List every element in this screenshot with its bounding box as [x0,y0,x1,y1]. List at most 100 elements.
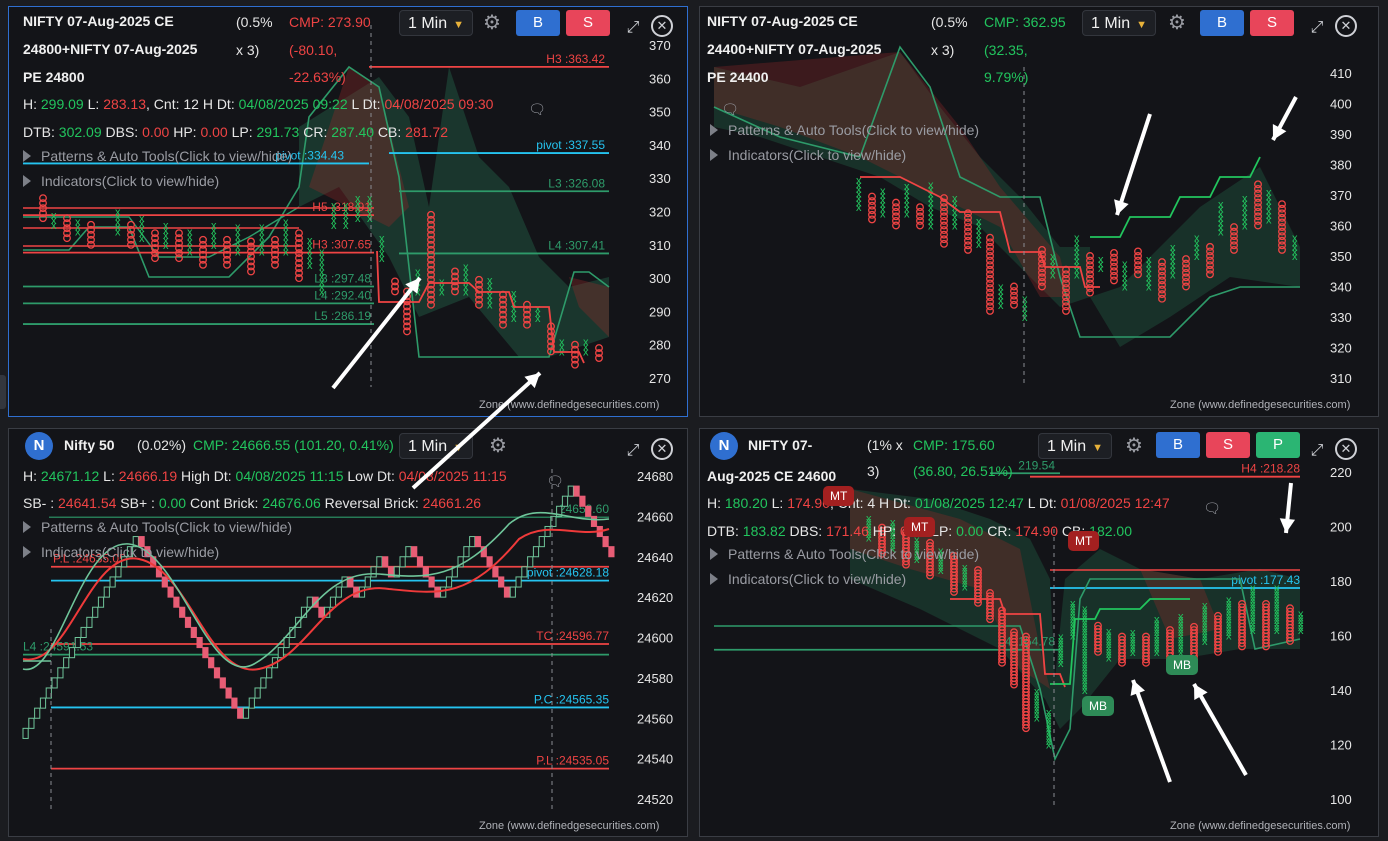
pnf-chart-4[interactable]: 220200180160140120100H4 :218.28219.54piv… [700,429,1378,836]
down-brick [498,576,505,588]
up-brick [335,586,342,598]
chart-panel-3[interactable]: 24680 24660 24640 24620 24600 24580 24560 24540… [8,428,688,837]
x-box: x [283,216,289,228]
close-icon[interactable]: ✕ [651,438,673,460]
pnf-chart-2[interactable]: 410 400 390 380 370 360 350 340 330 320 310 x x x x x x x… [700,7,1378,416]
x-box: x [1298,609,1304,621]
x-box: x [235,221,241,233]
indicators-toggle[interactable]: Indicators(Click to view/hide) [23,544,219,560]
y-tick-label: 300 [649,271,671,286]
info-value: 174.90 [1015,523,1059,539]
indicators-toggle[interactable]: Indicators(Click to view/hide) [710,147,906,163]
down-brick [474,536,482,548]
info-value: 0.00 [956,523,984,539]
panel4-title-line1: NIFTY 07- [748,437,813,453]
gear-icon[interactable]: ⚙ [487,435,509,457]
comment-icon[interactable]: 🗨 [545,471,565,491]
indicators-toggle[interactable]: Indicators(Click to view/hide) [710,571,906,587]
x-box: x [463,261,469,273]
buy-button[interactable]: B [1156,432,1200,458]
x-box: x [1250,583,1256,595]
zone-watermark: Zone (www.definedgesecurities.com) [1170,820,1351,832]
x-box: x [998,282,1004,294]
indicators-toggle[interactable]: Indicators(Click to view/hide) [23,173,219,189]
panel4-cmp: CMP: 175.60 [913,437,995,453]
chart-panel-1[interactable]: 370 360 350 340 330 320 310 300 290 280 270 H3 :363… [8,6,688,417]
y-tick-label: 320 [1330,341,1352,356]
x-box: x [1202,600,1208,612]
up-brick [115,566,122,578]
down-brick [202,647,209,659]
patterns-toggle[interactable]: Patterns & Auto Tools(Click to view/hide… [23,148,292,164]
x-box: x [1130,627,1136,639]
info-value: , Cnt: 12 H Dt: [146,96,239,112]
panel2-change: (32.35, [984,42,1028,58]
x-box: x [355,193,361,205]
x-box: x [331,200,337,212]
renko-chart-3[interactable]: 24680 24660 24640 24620 24600 24580 24560 24540… [9,429,687,836]
panel2-interval-select[interactable]: 1 Min ▼ [1082,10,1156,36]
expand-icon[interactable]: ⤢ [1307,18,1327,38]
panel3-interval-select[interactable]: 1 Min ▼ [399,433,473,459]
gear-icon[interactable]: ⚙ [1166,12,1188,34]
expand-icon[interactable]: ⤢ [623,441,643,461]
comment-icon[interactable]: 🗨 [527,99,547,119]
buy-button[interactable]: B [1200,10,1244,36]
comment-icon[interactable]: 🗨 [1202,498,1222,518]
up-brick [515,576,522,588]
close-icon[interactable]: ✕ [1335,438,1357,460]
gear-icon[interactable]: ⚙ [481,12,503,34]
panel1-interval-select[interactable]: 1 Min ▼ [399,10,473,36]
level-label: L4 :307.41 [548,238,605,252]
indicators-label: Indicators(Click to view/hide) [728,571,907,587]
buy-button[interactable]: B [516,10,560,36]
o-box [1134,247,1142,256]
panel4-interval-select[interactable]: 1 Min ▼ [1038,433,1112,459]
side-scroll-handle[interactable] [0,375,6,409]
up-brick [254,687,261,699]
x-box: x [163,220,169,232]
close-icon[interactable]: ✕ [1335,15,1357,37]
expand-icon[interactable]: ⤢ [623,18,643,38]
patterns-toggle[interactable]: Patterns & Auto Tools(Click to view/hide… [23,519,292,535]
level-label: L3 :326.08 [548,176,605,190]
info-value: SB- : [23,495,59,511]
mt-marker: MT [823,486,855,506]
info-value: HP: [868,523,901,539]
sell-button[interactable]: S [566,10,610,36]
chart-panel-4[interactable]: 220 200 180 160 140 120 100 H4 :218.28 219.54 piv… [699,428,1379,837]
position-button[interactable]: P [1256,432,1300,458]
up-brick [57,667,64,679]
chart-panel-2[interactable]: 410 400 390 380 370 360 350 340 330 320 310 x x x x x x x… [699,6,1379,417]
info-value: H: [23,96,41,112]
down-brick [173,596,180,608]
x-box: x [1022,294,1028,306]
pnf-chart-1[interactable]: 370 360 350 340 330 320 310 300 290 280 270 H3 :363… [9,7,687,416]
sell-button[interactable]: S [1250,10,1294,36]
comment-icon[interactable]: 🗨 [720,99,740,119]
y-tick-label: 24640 [637,550,673,565]
up-brick [370,566,377,578]
gear-icon[interactable]: ⚙ [1123,435,1145,457]
x-box: x [1274,583,1280,595]
mb-marker: MB [1082,696,1114,716]
expand-icon[interactable]: ⤢ [1307,441,1327,461]
info-value: 291.73 [256,124,300,140]
patterns-toggle[interactable]: Patterns & Auto Tools(Click to view/hide… [710,122,979,138]
patterns-toggle[interactable]: Patterns & Auto Tools(Click to view/hide… [710,546,979,562]
x-box: x [1218,199,1224,211]
level-label: P.L :24535.05 [536,754,609,768]
sell-button[interactable]: S [1206,432,1250,458]
info-value: 283.13 [103,96,147,112]
x-box: x [1178,611,1184,623]
close-icon[interactable]: ✕ [651,15,673,37]
info-value: L Dt: [1023,495,1061,511]
panel2-cmp: CMP: 362.95 [984,14,1066,30]
x-box: x [367,193,373,205]
panel3-title: Nifty 50 [64,437,115,453]
y-tick-label: 340 [649,138,671,153]
info-value: 0.00 [200,124,228,140]
mt-marker: MT [1068,531,1100,551]
x-box: x [415,266,421,278]
info-value: 04/08/2025 09:22 [238,96,348,112]
